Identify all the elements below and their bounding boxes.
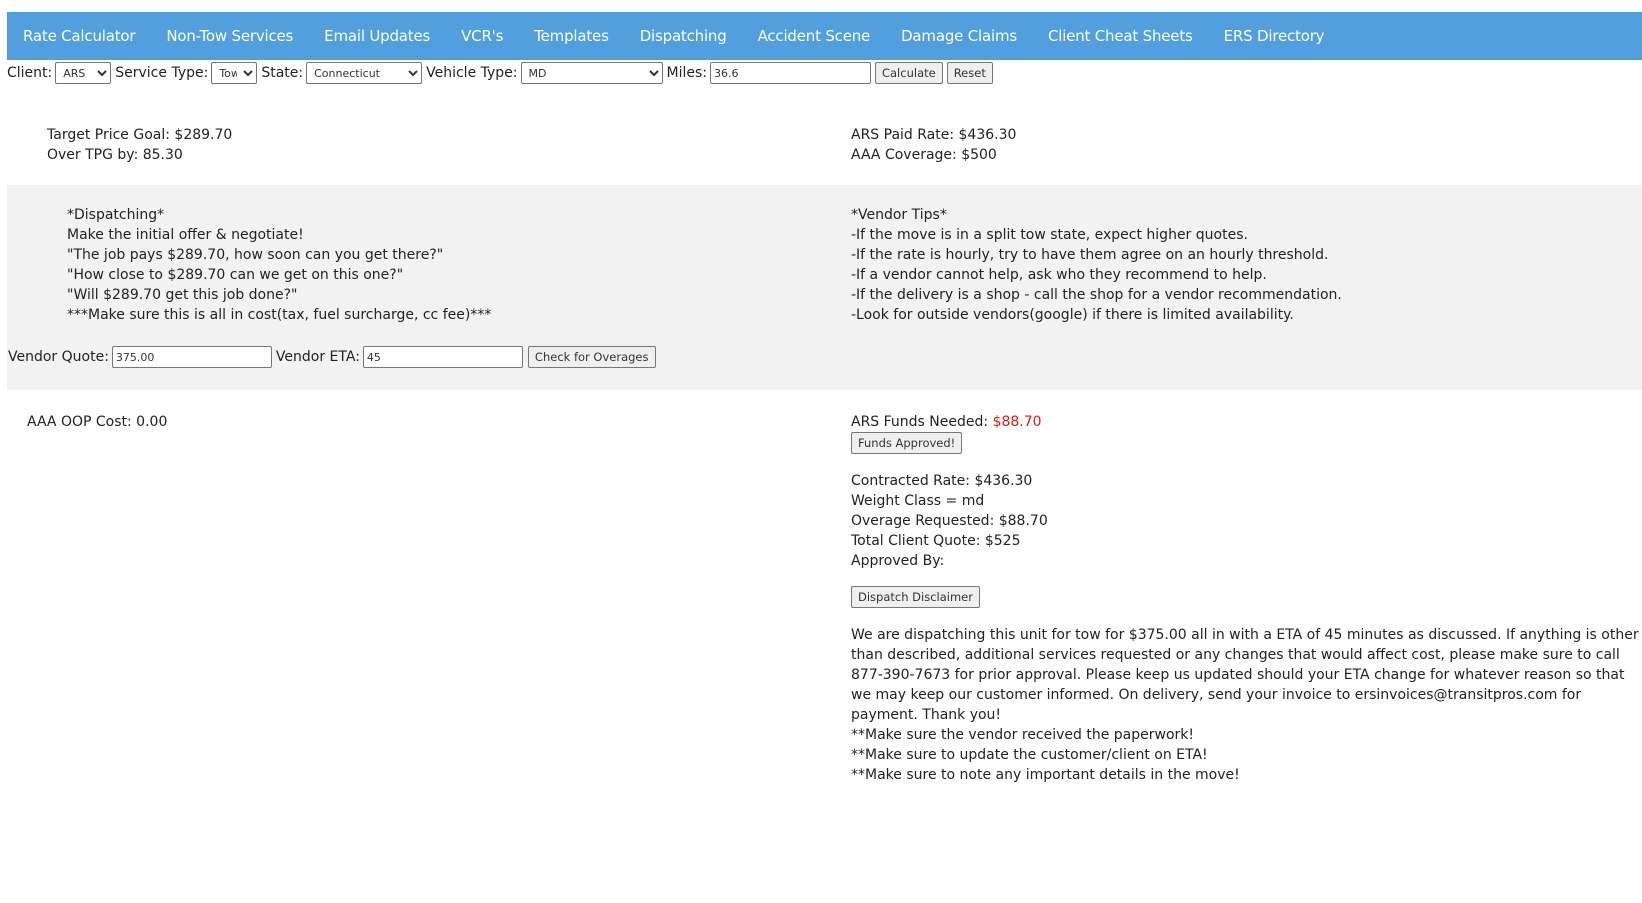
reminder-line: **Make sure to note any important detail…: [851, 767, 1240, 783]
client-select[interactable]: ARS: [55, 62, 112, 84]
state-select[interactable]: Connecticut: [306, 62, 423, 84]
vendor-tips-heading: *Vendor Tips*: [851, 207, 947, 223]
overage-requested: Overage Requested: $88.70: [851, 513, 1048, 529]
nav-email-updates[interactable]: Email Updates: [324, 27, 430, 45]
funds-needed-label: ARS Funds Needed:: [851, 414, 993, 430]
calculate-button[interactable]: Calculate: [874, 62, 943, 84]
paid-rate: ARS Paid Rate: $436.30: [851, 127, 1017, 143]
nav-vcrs[interactable]: VCR's: [461, 27, 503, 45]
reminder-line: **Make sure the vendor received the pape…: [851, 727, 1194, 743]
total-client-quote: Total Client Quote: $525: [851, 533, 1021, 549]
vendor-tip: -If a vendor cannot help, ask who they r…: [851, 267, 1267, 283]
nav-ers-directory[interactable]: ERS Directory: [1224, 27, 1325, 45]
dispatch-disclaimer-text: We are dispatching this unit for tow for…: [851, 627, 1639, 723]
vendor-eta-label: Vendor ETA:: [275, 349, 360, 365]
vendor-tip: -If the delivery is a shop - call the sh…: [851, 287, 1342, 303]
dispatching-line: ***Make sure this is all in cost(tax, fu…: [67, 307, 492, 323]
vendor-quote-label: Vendor Quote:: [8, 349, 109, 365]
dispatching-line: "Will $289.70 get this job done?": [67, 287, 298, 303]
vendor-tip: -Look for outside vendors(google) if the…: [851, 307, 1294, 323]
aaa-coverage: AAA Coverage: $500: [851, 147, 997, 163]
check-overages-button[interactable]: Check for Overages: [527, 346, 656, 368]
contracted-rate: Contracted Rate: $436.30: [851, 473, 1033, 489]
nav-damage-claims[interactable]: Damage Claims: [901, 27, 1017, 45]
vendor-tip: -If the move is in a split tow state, ex…: [851, 227, 1248, 243]
dispatching-line: "The job pays $289.70, how soon can you …: [67, 247, 444, 263]
nav-accident-scene[interactable]: Accident Scene: [758, 27, 871, 45]
reset-button[interactable]: Reset: [946, 62, 993, 84]
vendor-tip: -If the rate is hourly, try to have them…: [851, 247, 1329, 263]
vendor-eta-input[interactable]: [362, 346, 523, 368]
approved-by: Approved By:: [851, 553, 945, 569]
reminders: **Make sure the vendor received the pape…: [851, 725, 1240, 785]
target-price-goal: Target Price Goal: $289.70: [47, 127, 233, 143]
dispatching-line: Make the initial offer & negotiate!: [67, 227, 304, 243]
top-nav: Rate Calculator Non-Tow Services Email U…: [7, 12, 1642, 60]
target-summary: Target Price Goal: $289.70 Over TPG by: …: [47, 125, 232, 165]
dispatch-disclaimer-button[interactable]: Dispatch Disclaimer: [851, 586, 980, 608]
dispatching-tips: *Dispatching* Make the initial offer & n…: [67, 205, 491, 325]
service-type-select[interactable]: Tow: [211, 62, 258, 84]
dispatching-heading: *Dispatching*: [67, 207, 165, 223]
aaa-oop-cost: AAA OOP Cost: 0.00: [27, 414, 168, 430]
funds-needed-value: $88.70: [992, 414, 1042, 430]
quote-details: Contracted Rate: $436.30 Weight Class = …: [851, 471, 1048, 571]
funds-needed: ARS Funds Needed: $88.70: [851, 412, 1042, 432]
vendor-tips: *Vendor Tips* -If the move is in a split…: [851, 205, 1342, 325]
reminder-line: **Make sure to update the customer/clien…: [851, 747, 1208, 763]
dispatching-line: "How close to $289.70 can we get on this…: [67, 267, 404, 283]
nav-client-cheat-sheets[interactable]: Client Cheat Sheets: [1048, 27, 1193, 45]
rate-summary: ARS Paid Rate: $436.30 AAA Coverage: $50…: [851, 125, 1016, 165]
state-label: State:: [261, 65, 304, 81]
vendor-quote-input[interactable]: [111, 346, 272, 368]
funds-approved-button[interactable]: Funds Approved!: [851, 432, 963, 454]
client-label: Client:: [7, 65, 53, 81]
nav-non-tow-services[interactable]: Non-Tow Services: [166, 27, 293, 45]
vehicle-type-select[interactable]: MD: [520, 62, 663, 84]
vendor-controls: Vendor Quote: Vendor ETA: Check for Over…: [8, 345, 656, 369]
nav-rate-calculator[interactable]: Rate Calculator: [23, 27, 136, 45]
service-type-label: Service Type:: [115, 65, 209, 81]
miles-label: Miles:: [666, 65, 707, 81]
weight-class: Weight Class = md: [851, 493, 985, 509]
vehicle-type-label: Vehicle Type:: [426, 65, 518, 81]
over-tpg: Over TPG by: 85.30: [47, 147, 183, 163]
nav-dispatching[interactable]: Dispatching: [640, 27, 727, 45]
nav-templates[interactable]: Templates: [534, 27, 609, 45]
miles-input[interactable]: [709, 62, 871, 84]
rate-controls: Client: ARS Service Type: Tow State: Con…: [7, 61, 993, 85]
